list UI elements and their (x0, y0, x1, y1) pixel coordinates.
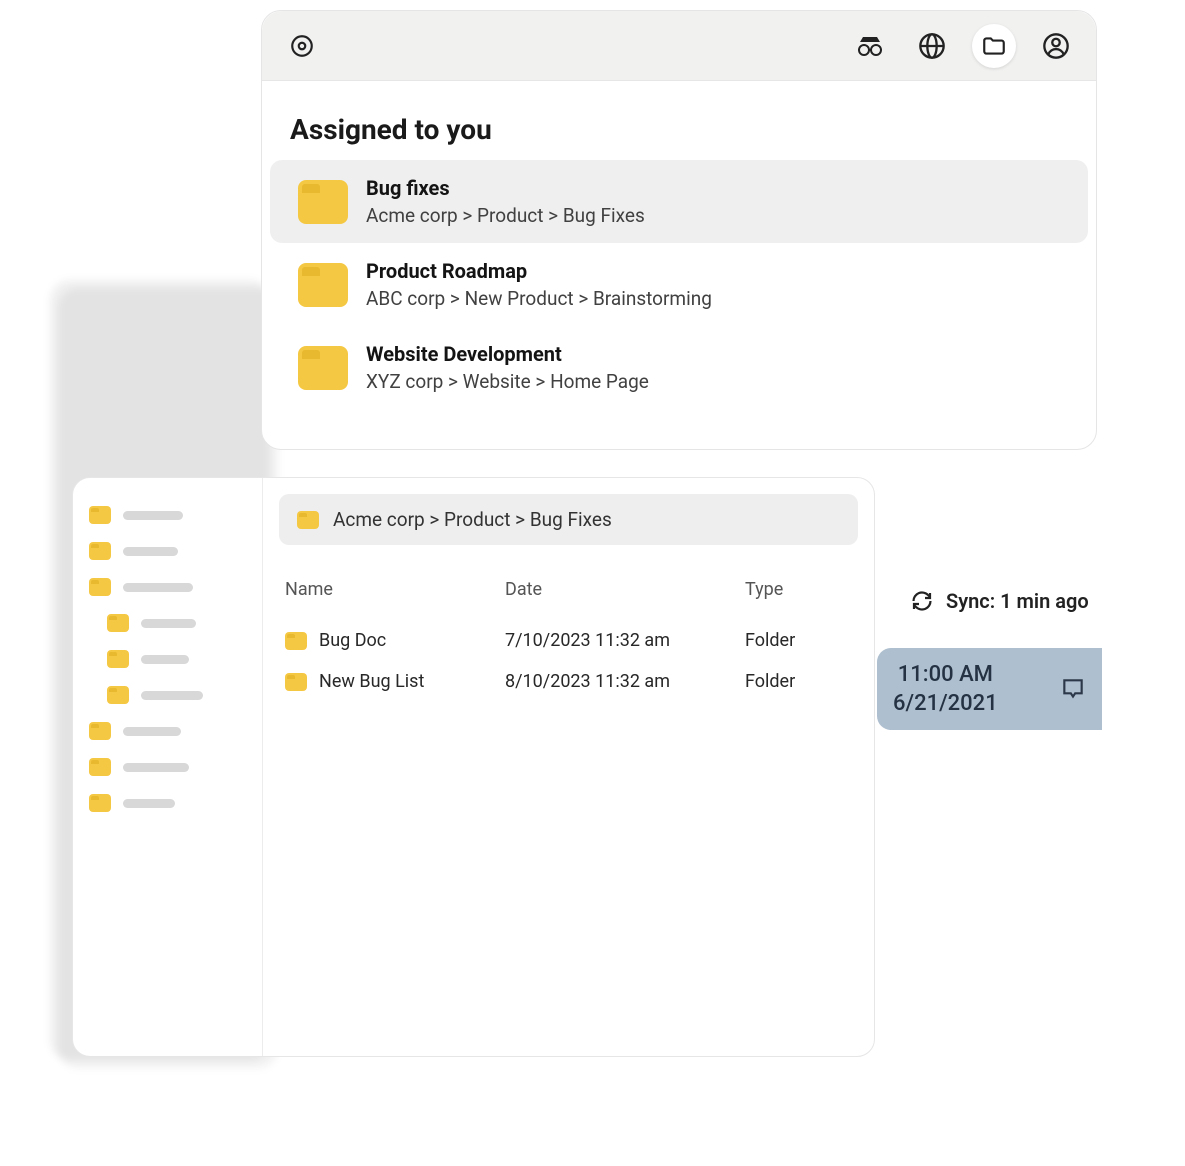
row-name: Bug Doc (319, 630, 386, 651)
timestamp-date: 6/21/2021 (893, 691, 998, 716)
sidebar-item[interactable] (87, 718, 248, 744)
table-header: Name Date Type (279, 573, 858, 606)
globe-icon[interactable] (910, 24, 954, 68)
assignment-item[interactable]: Product Roadmap ABC corp > New Product >… (270, 243, 1088, 326)
sidebar-item[interactable] (87, 610, 248, 636)
sidebar-label-placeholder (141, 655, 189, 664)
col-date[interactable]: Date (505, 579, 745, 600)
timestamp-chip: 11:00 AM 6/21/2021 (877, 648, 1102, 730)
folder-icon (89, 506, 111, 524)
folder-icon (89, 542, 111, 560)
folder-icon (89, 758, 111, 776)
timestamp-time: 11:00 AM (898, 662, 993, 687)
table-row[interactable]: New Bug List 8/10/2023 11:32 amFolder (279, 661, 858, 702)
sidebar-label-placeholder (141, 691, 203, 700)
row-date: 8/10/2023 11:32 am (505, 671, 745, 692)
assignment-path: XYZ corp > Website > Home Page (366, 370, 649, 393)
folder-icon (107, 686, 129, 704)
folder-icon (285, 632, 307, 650)
row-type: Folder (745, 671, 852, 692)
sidebar-label-placeholder (123, 727, 181, 736)
assignment-title: Website Development (366, 342, 649, 366)
folder-icon (285, 673, 307, 691)
assigned-panel: Assigned to you Bug fixes Acme corp > Pr… (261, 10, 1097, 450)
sidebar-label-placeholder (123, 547, 178, 556)
sync-status: Sync: 1 min ago (898, 583, 1101, 619)
folder-icon (89, 578, 111, 596)
breadcrumb[interactable]: Acme corp > Product > Bug Fixes (279, 494, 858, 545)
user-icon[interactable] (1034, 24, 1078, 68)
table-row[interactable]: Bug Doc 7/10/2023 11:32 amFolder (279, 620, 858, 661)
sidebar-label-placeholder (123, 583, 193, 592)
assignment-item[interactable]: Website Development XYZ corp > Website >… (270, 326, 1088, 409)
sync-icon[interactable] (910, 589, 934, 613)
folder-icon (298, 180, 348, 224)
row-type: Folder (745, 630, 852, 651)
sidebar-label-placeholder (123, 763, 189, 772)
folder-icon (297, 511, 319, 529)
sidebar-item[interactable] (87, 682, 248, 708)
sidebar-item[interactable] (87, 754, 248, 780)
comment-icon[interactable] (1060, 676, 1086, 702)
col-type[interactable]: Type (745, 579, 852, 600)
sidebar-item[interactable] (87, 790, 248, 816)
assignment-path: Acme corp > Product > Bug Fixes (366, 204, 645, 227)
assignment-path: ABC corp > New Product > Brainstorming (366, 287, 712, 310)
record-icon[interactable] (280, 24, 324, 68)
assignment-title: Product Roadmap (366, 259, 712, 283)
folder-icon (107, 614, 129, 632)
folder-icon (298, 263, 348, 307)
folder-icon (298, 346, 348, 390)
page-title: Assigned to you (262, 103, 1096, 160)
sync-label: Sync: 1 min ago (946, 589, 1089, 613)
sidebar-label-placeholder (141, 619, 196, 628)
folder-icon[interactable] (972, 24, 1016, 68)
explorer-content: Acme corp > Product > Bug Fixes Name Dat… (263, 478, 874, 1056)
sidebar-label-placeholder (123, 511, 183, 520)
sidebar-item[interactable] (87, 502, 248, 528)
folder-icon (89, 794, 111, 812)
toolbar (262, 11, 1096, 81)
row-date: 7/10/2023 11:32 am (505, 630, 745, 651)
sidebar-item[interactable] (87, 646, 248, 672)
explorer-panel: Acme corp > Product > Bug Fixes Name Dat… (72, 477, 875, 1057)
table-body: Bug Doc7/10/2023 11:32 amFolderNew Bug L… (279, 620, 858, 702)
sidebar-item[interactable] (87, 574, 248, 600)
incognito-icon[interactable] (848, 24, 892, 68)
col-name[interactable]: Name (285, 579, 505, 600)
sidebar-label-placeholder (123, 799, 175, 808)
assignment-title: Bug fixes (366, 176, 645, 200)
breadcrumb-text: Acme corp > Product > Bug Fixes (333, 508, 612, 531)
row-name: New Bug List (319, 671, 424, 692)
sidebar (73, 478, 263, 1056)
assignment-item[interactable]: Bug fixes Acme corp > Product > Bug Fixe… (270, 160, 1088, 243)
sidebar-item[interactable] (87, 538, 248, 564)
folder-icon (107, 650, 129, 668)
folder-icon (89, 722, 111, 740)
